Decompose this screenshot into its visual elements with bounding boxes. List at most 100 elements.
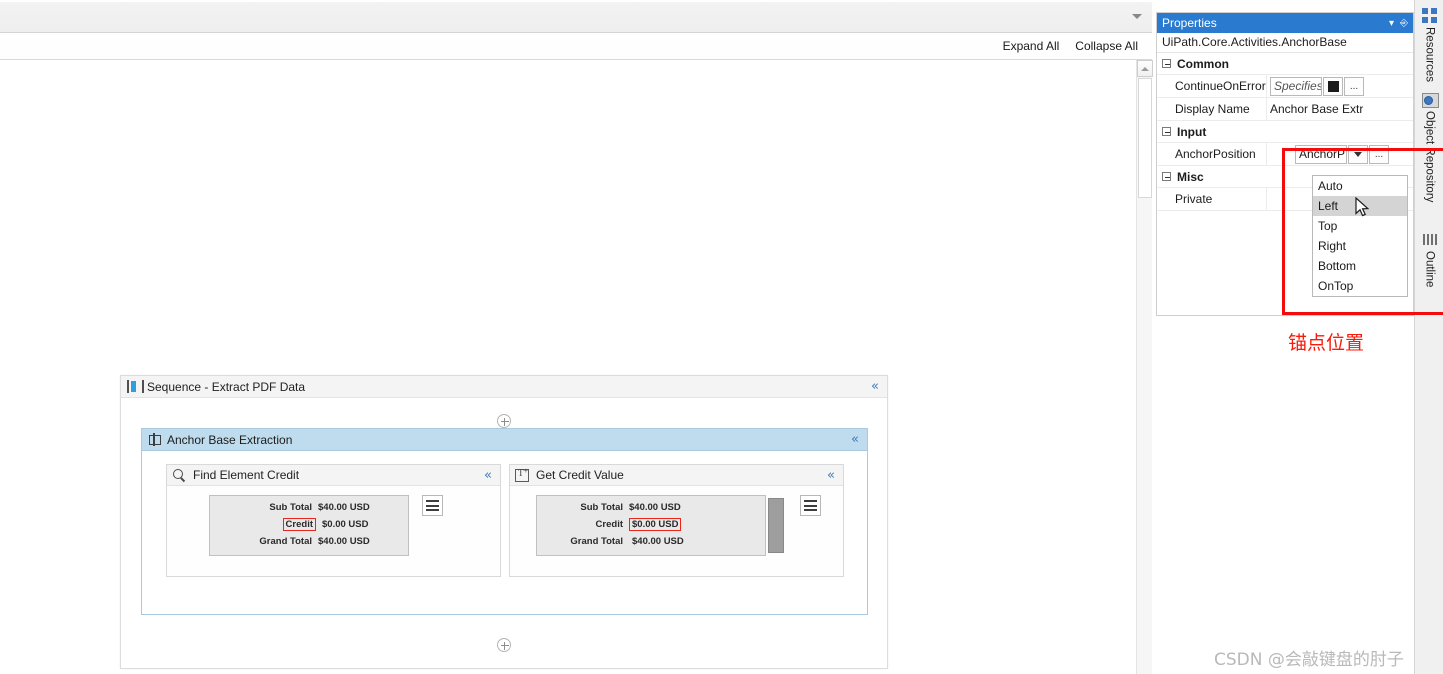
add-activity-row-top [121,414,887,428]
annotation-note: 锚点位置 [1288,332,1365,354]
collapse-all-button[interactable]: Collapse All [1073,38,1140,54]
magnifier-icon [172,468,186,482]
property-name: AnchorPosition [1157,143,1267,165]
get-text-icon [515,468,529,482]
checkbox-filled-icon[interactable] [1323,76,1343,96]
preview-value: $0.00 USD [322,519,369,530]
dropdown-option-auto[interactable]: Auto [1313,176,1407,196]
continue-on-error-input[interactable]: Specifies [1270,76,1322,96]
panel-title: Properties [1162,16,1217,30]
pdf-preview: Sub Total $40.00 USD Credit $0.00 USD Gr… [536,495,766,556]
outline-icon [1422,232,1438,248]
preview-label: Grand Total [570,536,623,547]
collapse-icon[interactable]: « [851,433,859,446]
preview-row: Grand Total $40.00 USD [210,533,408,550]
canvas-vertical-scrollbar[interactable] [1136,60,1153,674]
menu-bar [804,509,817,511]
mouse-cursor [1355,197,1370,217]
chevron-down-icon[interactable]: ▾ [1389,18,1394,29]
sidebar-tab-outline[interactable]: Outline [1417,232,1442,287]
group-label: Common [1177,56,1229,71]
menu-bar [426,500,439,502]
menu-bar [804,504,817,507]
property-value-cell[interactable]: Anchor Base Extr [1267,98,1413,120]
designer-top-strip [0,2,1152,33]
find-element-body: Sub Total $40.00 USD Credit $0.00 USD Gr… [167,486,500,576]
designer-toolbar: Expand All Collapse All [0,33,1152,60]
anchor-activity-cards: Find Element Credit « Sub Total $40.00 U… [166,464,844,577]
row-continue-on-error[interactable]: ContinueOnError Specifies ... [1157,75,1413,98]
dropdown-option-bottom[interactable]: Bottom [1313,256,1407,276]
preview-label-wrap: Credit [210,518,318,531]
collapse-expander-icon[interactable] [1162,172,1171,181]
add-activity-row-bottom [121,638,887,652]
menu-bar [804,500,817,502]
property-value-cell[interactable]: Specifies ... [1267,75,1413,97]
scroll-up-button[interactable] [1137,60,1153,77]
preview-value: $40.00 USD [318,536,370,547]
dropdown-toggle-button[interactable] [1348,144,1368,164]
anchor-base-header[interactable]: Anchor Base Extraction « [142,429,867,451]
get-text-header[interactable]: Get Credit Value « [510,465,843,486]
get-text-activity[interactable]: Get Credit Value « Sub Total $40.00 USD [509,464,844,577]
object-repository-icon [1421,92,1439,108]
preview-value: $40.00 USD [632,536,684,547]
preview-row: Sub Total $40.00 USD [537,499,765,516]
ellipsis-button[interactable]: ... [1369,144,1389,164]
scroll-thumb[interactable] [1138,78,1152,198]
sidebar-tab-object-repository[interactable]: Object Repository [1417,92,1442,202]
sidebar-tab-resources[interactable]: Resources [1417,8,1442,82]
workflow-canvas[interactable]: Sequence - Extract PDF Data « Anchor Bas… [0,60,1136,674]
checkbox-fill [1327,80,1339,92]
collapse-expander-icon[interactable] [1162,59,1171,68]
group-common[interactable]: Common [1157,53,1413,75]
expand-all-button[interactable]: Expand All [1001,38,1062,54]
pin-icon[interactable]: ⎆ [1400,18,1408,29]
anchor-position-input[interactable]: AnchorP [1295,144,1347,164]
group-input[interactable]: Input [1157,121,1413,143]
preview-value-wrap: $0.00 USD [629,518,721,531]
find-element-header[interactable]: Find Element Credit « [167,465,500,486]
preview-row: Sub Total $40.00 USD [210,499,408,516]
properties-title-bar[interactable]: Properties ▾ ⎆ [1157,13,1413,33]
sequence-container[interactable]: Sequence - Extract PDF Data « Anchor Bas… [120,375,888,669]
anchor-base-activity[interactable]: Anchor Base Extraction « Find Element Cr… [141,428,868,615]
right-tool-strip: Resources Object Repository Outline [1414,0,1443,674]
sequence-header[interactable]: Sequence - Extract PDF Data « [121,376,887,398]
collapse-expander-icon[interactable] [1162,127,1171,136]
row-display-name[interactable]: Display Name Anchor Base Extr [1157,98,1413,121]
find-element-activity[interactable]: Find Element Credit « Sub Total $40.00 U… [166,464,501,577]
sequence-title: Sequence - Extract PDF Data [147,379,306,394]
chevron-down-icon[interactable] [1132,14,1142,19]
highlighted-target-value: $0.00 USD [629,518,682,531]
preview-row: Credit $0.00 USD [537,516,765,533]
preview-label: Credit [595,519,623,530]
dropdown-option-right[interactable]: Right [1313,236,1407,256]
collapse-icon[interactable]: « [871,380,879,393]
property-value-cell[interactable]: AnchorP ... [1267,143,1413,165]
preview-value: $40.00 USD [318,502,370,513]
row-anchor-position[interactable]: AnchorPosition AnchorP ... [1157,143,1413,166]
add-activity-button[interactable] [497,638,511,652]
anchor-position-dropdown[interactable]: Auto Left Top Right Bottom OnTop [1312,175,1408,297]
add-activity-button[interactable] [497,414,511,428]
preview-scrollbar[interactable] [768,498,784,553]
property-name: Display Name [1157,98,1267,120]
activity-menu-button[interactable] [422,495,443,516]
sidebar-tab-label: Outline [1423,251,1436,288]
ellipsis-button[interactable]: ... [1344,76,1364,96]
collapse-icon[interactable]: « [827,469,835,482]
display-name-input[interactable]: Anchor Base Extr [1270,102,1363,116]
sidebar-tab-label: Object Repository [1423,111,1436,203]
get-text-title: Get Credit Value [536,468,624,482]
title-dots [1228,22,1377,24]
preview-label: Sub Total [580,502,623,513]
preview-row: Grand Total $40.00 USD [537,533,765,550]
anchor-icon [148,433,161,446]
collapse-icon[interactable]: « [484,469,492,482]
dropdown-option-top[interactable]: Top [1313,216,1407,236]
get-text-body: Sub Total $40.00 USD Credit $0.00 USD Gr… [510,486,843,576]
dropdown-option-ontop[interactable]: OnTop [1313,276,1407,296]
activity-menu-button[interactable] [800,495,821,516]
watermark-text: CSDN @会敲键盘的肘子 [1214,650,1404,670]
